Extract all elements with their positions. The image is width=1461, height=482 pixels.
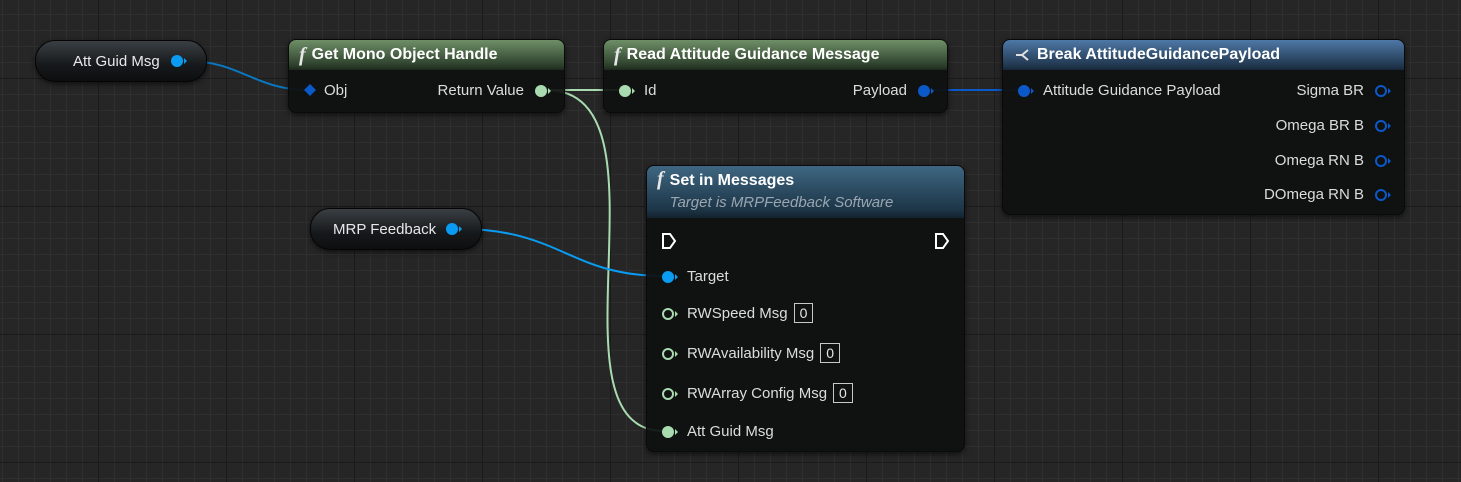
function-icon: f xyxy=(657,168,664,190)
pin-row-rwavailability-msg: RWAvailability Msg 0 xyxy=(687,343,841,363)
pin-label-payload: Payload xyxy=(852,82,907,99)
rwarray-config-msg-default-input[interactable]: 0 xyxy=(833,383,853,403)
object-pin-icon[interactable] xyxy=(170,54,188,68)
obj-pin-icon[interactable] xyxy=(304,84,316,96)
output-pin-icon[interactable] xyxy=(1374,188,1392,202)
node-break-attitude-guidance-payload[interactable]: Break AttitudeGuidancePayload Attitude G… xyxy=(1002,39,1405,215)
pin-label-domega-rn-b: DOmega RN B xyxy=(1263,186,1364,203)
exec-out-pin-icon[interactable] xyxy=(934,232,950,250)
struct-pin-icon[interactable] xyxy=(917,84,935,98)
variable-node-mrp-feedback[interactable]: MRP Feedback xyxy=(310,208,482,250)
pin-label-sigma-br: Sigma BR xyxy=(1296,82,1364,99)
node-title: Read Attitude Guidance Message xyxy=(626,46,880,63)
node-title: Break AttitudeGuidancePayload xyxy=(1037,46,1281,63)
function-icon: f xyxy=(614,43,621,66)
object-pin-icon[interactable] xyxy=(445,222,463,236)
node-get-mono-object-handle[interactable]: f Get Mono Object Handle Obj Return Valu… xyxy=(288,39,565,113)
variable-label: Att Guid Msg xyxy=(73,52,160,70)
variable-label: MRP Feedback xyxy=(333,220,437,238)
break-struct-icon xyxy=(1016,49,1029,61)
node-header: f Set in Messages Target is MRPFeedback … xyxy=(647,166,964,218)
node-title: Get Mono Object Handle xyxy=(311,46,498,63)
pin-label-att-guid-msg: Att Guid Msg xyxy=(687,423,774,440)
struct-pin-icon[interactable] xyxy=(1017,84,1035,98)
pin-label-rwarray-config-msg: RWArray Config Msg xyxy=(687,384,828,402)
pin-row-rwarray-config-msg: RWArray Config Msg 0 xyxy=(687,383,853,403)
handle-pin-icon[interactable] xyxy=(661,425,679,439)
node-header: Break AttitudeGuidancePayload xyxy=(1003,40,1404,70)
wire-mrp-to-target xyxy=(459,228,665,277)
handle-pin-icon[interactable] xyxy=(534,84,552,98)
rwspeed-msg-default-input[interactable]: 0 xyxy=(793,303,814,323)
output-pin-icon[interactable] xyxy=(1374,119,1392,133)
output-pin-icon[interactable] xyxy=(1374,154,1392,168)
pin-label-rwavailability-msg: RWAvailability Msg xyxy=(687,344,815,362)
pin-label-return-value: Return Value xyxy=(437,82,524,99)
function-icon: f xyxy=(299,43,306,66)
target-pin-icon[interactable] xyxy=(661,270,679,284)
output-pin-icon[interactable] xyxy=(1374,84,1392,98)
variable-node-att-guid-msg[interactable]: Att Guid Msg xyxy=(35,40,207,82)
pin-label-attitude-guidance-payload: Attitude Guidance Payload xyxy=(1043,82,1221,99)
node-header: f Read Attitude Guidance Message xyxy=(604,40,947,70)
handle-pin-icon[interactable] xyxy=(661,387,679,401)
node-set-in-messages[interactable]: f Set in Messages Target is MRPFeedback … xyxy=(646,165,965,452)
handle-pin-icon[interactable] xyxy=(661,307,679,321)
rwavailability-msg-default-input[interactable]: 0 xyxy=(820,343,841,363)
exec-in-pin-icon[interactable] xyxy=(661,232,677,250)
pin-label-omega-rn-b: Omega RN B xyxy=(1274,152,1364,169)
node-subtitle: Target is MRPFeedback Software xyxy=(669,194,894,211)
node-title: Set in Messages xyxy=(669,172,795,189)
pin-label-id: Id xyxy=(644,82,657,99)
pin-label-omega-br-b: Omega BR B xyxy=(1275,117,1364,134)
node-header: f Get Mono Object Handle xyxy=(289,40,564,70)
node-read-attitude-guidance-message[interactable]: f Read Attitude Guidance Message Id Payl… xyxy=(603,39,948,113)
pin-label-obj: Obj xyxy=(324,82,348,99)
pin-label-target: Target xyxy=(687,268,729,285)
pin-label-rwspeed-msg: RWSpeed Msg xyxy=(687,304,788,322)
handle-pin-icon[interactable] xyxy=(661,347,679,361)
handle-pin-icon[interactable] xyxy=(618,84,636,98)
pin-row-rwspeed-msg: RWSpeed Msg 0 xyxy=(687,303,814,323)
